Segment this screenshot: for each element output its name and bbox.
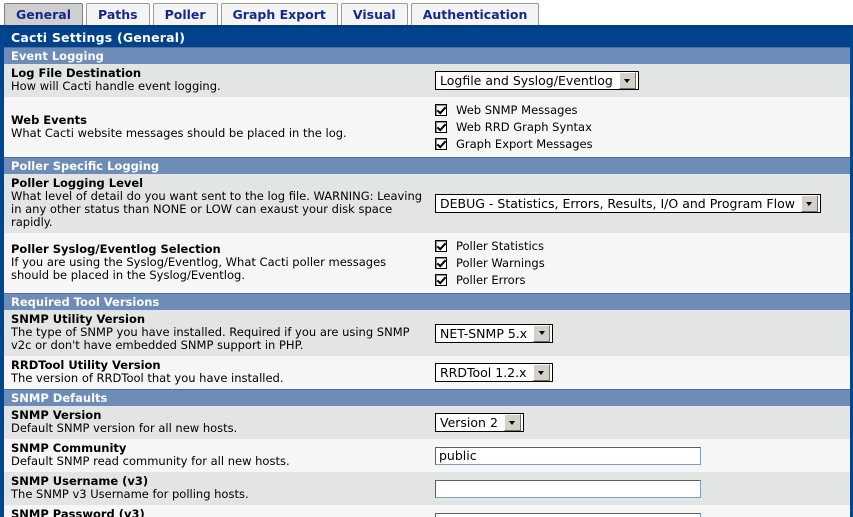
chevron-down-icon[interactable]	[532, 364, 550, 381]
select-value: RRDTool 1.2.x	[440, 365, 527, 380]
setting-label-cell: SNMP Password (v3)The SNMP v3 Password f…	[4, 505, 430, 517]
select-value: Version 2	[440, 415, 498, 430]
setting-control-cell: Logfile and Syslog/Eventlog	[430, 64, 850, 97]
select-snmp-utility-version[interactable]: NET-SNMP 5.x	[435, 323, 554, 343]
setting-label-cell: Poller Logging Level What level of detail…	[4, 174, 430, 233]
chevron-down-icon[interactable]	[503, 414, 521, 431]
select-snmp-version[interactable]: Version 2	[435, 413, 524, 432]
setting-control-cell	[430, 439, 850, 472]
setting-control-cell: Version 2	[430, 406, 850, 439]
settings-sections: Event Logging Log File Destination How wil…	[4, 47, 850, 517]
checkbox-graph-export-messages[interactable]	[435, 138, 447, 150]
input-snmp-username-v3[interactable]	[435, 479, 701, 498]
checkbox-group: Poller Statistics Poller Warnings Poller E…	[435, 237, 850, 289]
setting-description: The type of SNMP you have installed. Req…	[11, 325, 410, 352]
setting-row: SNMP Password (v3)The SNMP v3 Password f…	[4, 505, 850, 517]
setting-control-cell: Web SNMP Messages Web RRD Graph Syntax Gra…	[430, 97, 850, 157]
select-log-file-destination[interactable]: Logfile and Syslog/Eventlog	[435, 71, 639, 90]
setting-label-cell: SNMP Utility Version The type of SNMP you…	[4, 310, 430, 356]
setting-label-cell: RRDTool Utility Version The version of RR…	[4, 356, 430, 389]
setting-row: Poller Syslog/Eventlog Selection If you a…	[4, 233, 850, 293]
setting-row: SNMP Username (v3) The SNMP v3 Username f…	[4, 472, 850, 505]
setting-label-cell: SNMP Community Default SNMP read communit…	[4, 439, 430, 472]
tab-general[interactable]: General	[4, 3, 83, 25]
setting-description: Default SNMP version for all new hosts.	[11, 421, 238, 435]
select-value: NET-SNMP 5.x	[440, 325, 528, 341]
section-header: Poller Specific Logging	[4, 157, 850, 174]
setting-control-cell	[430, 505, 850, 517]
setting-description: The version of RRDTool that you have ins…	[11, 371, 284, 385]
section-header: SNMP Defaults	[4, 389, 850, 406]
checkbox-web-rrd-graph-syntax[interactable]	[435, 121, 447, 133]
setting-row: SNMP Utility Version The type of SNMP you…	[4, 310, 850, 356]
checkbox-label: Graph Export Messages	[456, 137, 593, 151]
setting-description: The SNMP v3 Username for polling hosts.	[11, 487, 249, 501]
checkbox-row[interactable]: Poller Statistics	[435, 239, 850, 253]
setting-control-cell: Poller Statistics Poller Warnings Poller E…	[430, 233, 850, 293]
setting-row: Web Events What Cacti website messages sh…	[4, 97, 850, 157]
setting-label-cell: Log File Destination How will Cacti handl…	[4, 64, 430, 97]
setting-row: RRDTool Utility Version The version of RR…	[4, 356, 850, 389]
setting-title: SNMP Password (v3)	[11, 507, 145, 517]
setting-description: If you are using the Syslog/Eventlog, Wh…	[11, 255, 387, 282]
setting-control-cell: RRDTool 1.2.x	[430, 356, 850, 389]
select-value: Logfile and Syslog/Eventlog	[440, 73, 613, 88]
select-poller-logging-level[interactable]: DEBUG - Statistics, Errors, Results, I/O…	[435, 194, 821, 213]
setting-title: Web Events	[11, 112, 87, 127]
checkbox-poller-errors[interactable]	[435, 274, 447, 286]
checkbox-row[interactable]: Web RRD Graph Syntax	[435, 120, 850, 134]
section-header: Required Tool Versions	[4, 293, 850, 310]
setting-label-cell: Web Events What Cacti website messages sh…	[4, 97, 430, 157]
checkbox-label: Poller Statistics	[456, 239, 544, 253]
checkbox-poller-statistics[interactable]	[435, 240, 447, 252]
tab-paths[interactable]: Paths	[86, 3, 150, 25]
setting-control-cell	[430, 472, 850, 505]
checkbox-row[interactable]: Graph Export Messages	[435, 137, 850, 151]
settings-tab-bar: General Paths Poller Graph Export Visual Auth…	[0, 0, 853, 28]
input-snmp-password-v3[interactable]	[435, 512, 701, 517]
caret-glyph	[538, 331, 545, 335]
tab-poller[interactable]: Poller	[152, 3, 218, 25]
chevron-down-icon[interactable]	[800, 195, 818, 212]
checkbox-row[interactable]: Web SNMP Messages	[435, 103, 850, 117]
page-title: Cacti Settings (General)	[4, 28, 850, 47]
caret-glyph	[538, 370, 544, 375]
setting-label-cell: Poller Syslog/Eventlog Selection If you a…	[4, 233, 430, 293]
setting-row: SNMP Version Default SNMP version for all…	[4, 406, 850, 439]
checkbox-label: Web RRD Graph Syntax	[456, 120, 592, 134]
caret-glyph	[509, 420, 516, 425]
cacti-settings-page: General Paths Poller Graph Export Visual Auth…	[0, 0, 853, 517]
select-rrdtool-utility-version[interactable]: RRDTool 1.2.x	[435, 363, 553, 382]
tab-graph-export[interactable]: Graph Export	[220, 3, 338, 25]
chevron-down-icon[interactable]	[533, 324, 551, 342]
setting-row: Log File Destination How will Cacti handl…	[4, 64, 850, 97]
setting-description: Default SNMP read community for all new …	[11, 454, 290, 468]
tab-visual[interactable]: Visual	[340, 3, 408, 25]
setting-label-cell: SNMP Username (v3) The SNMP v3 Username f…	[4, 472, 430, 505]
setting-label-cell: SNMP Version Default SNMP version for all…	[4, 406, 430, 439]
checkbox-poller-warnings[interactable]	[435, 257, 447, 269]
caret-glyph	[624, 78, 631, 83]
setting-row: SNMP Community Default SNMP read communit…	[4, 439, 850, 472]
input-snmp-community[interactable]	[435, 446, 701, 465]
setting-row: Poller Logging Level What level of detail…	[4, 174, 850, 233]
select-value: DEBUG - Statistics, Errors, Results, I/O…	[440, 196, 795, 211]
settings-frame: Cacti Settings (General) Event Logging Lo…	[0, 28, 853, 517]
setting-control-cell: DEBUG - Statistics, Errors, Results, I/O…	[430, 174, 850, 233]
setting-description: What level of detail do you want sent to…	[11, 189, 423, 229]
setting-control-cell: NET-SNMP 5.x	[430, 310, 850, 356]
checkbox-label: Poller Warnings	[456, 256, 545, 270]
chevron-down-icon[interactable]	[618, 72, 636, 89]
checkbox-label: Web SNMP Messages	[456, 103, 578, 117]
setting-description: What Cacti website messages should be pl…	[11, 125, 347, 140]
checkbox-web-snmp-messages[interactable]	[435, 104, 447, 116]
setting-description: How will Cacti handle event logging.	[11, 79, 221, 93]
checkbox-row[interactable]: Poller Warnings	[435, 256, 850, 270]
checkbox-label: Poller Errors	[456, 273, 526, 287]
checkbox-row[interactable]: Poller Errors	[435, 273, 850, 287]
caret-glyph	[806, 201, 813, 206]
checkbox-group: Web SNMP Messages Web RRD Graph Syntax Gra…	[435, 101, 850, 153]
tab-authentication[interactable]: Authentication	[410, 3, 540, 25]
section-header: Event Logging	[4, 47, 850, 64]
